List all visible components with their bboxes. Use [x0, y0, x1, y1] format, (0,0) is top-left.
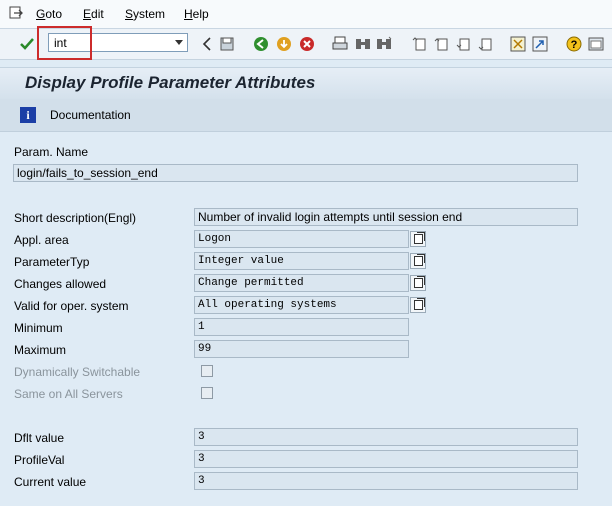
exit-icon[interactable]	[276, 36, 292, 52]
minimum-field[interactable]: 1	[194, 318, 409, 336]
menu-edit[interactable]: Edit	[83, 7, 104, 21]
menu-goto-mnemonic: G	[36, 7, 46, 21]
value-help-icon[interactable]	[410, 231, 426, 247]
short-desc-label: Short description(Engl)	[14, 211, 137, 225]
menu-help-mnemonic: H	[184, 7, 193, 21]
application-toolbar: i Documentation	[0, 99, 612, 132]
appl-area-label: Appl. area	[14, 233, 69, 247]
save-icon[interactable]	[219, 36, 235, 52]
find-next-icon[interactable]	[376, 36, 392, 52]
menu-help[interactable]: Help	[184, 7, 209, 21]
menu-system[interactable]: System	[125, 7, 165, 21]
value-help-icon[interactable]	[410, 297, 426, 313]
parameter-form: Param. Name login/fails_to_session_end S…	[0, 132, 612, 506]
dyn-switch-checkbox[interactable]	[201, 365, 213, 377]
chevron-down-icon[interactable]	[175, 40, 183, 45]
menu-bar: Goto Edit System Help	[0, 0, 612, 29]
last-page-icon[interactable]	[477, 36, 493, 52]
menu-goto[interactable]: Goto	[36, 7, 62, 21]
param-name-label: Param. Name	[14, 145, 89, 159]
changes-allowed-field[interactable]: Change permitted	[194, 274, 409, 292]
enter-icon[interactable]	[19, 36, 35, 52]
maximum-label: Maximum	[14, 343, 67, 357]
param-name-field[interactable]: login/fails_to_session_end	[13, 164, 578, 182]
documentation-button[interactable]: Documentation	[50, 108, 131, 122]
page-title: Display Profile Parameter Attributes	[25, 73, 316, 92]
menu-system-rest: ystem	[133, 7, 166, 21]
green-back-icon[interactable]	[253, 36, 269, 52]
changes-allowed-label: Changes allowed	[14, 277, 107, 291]
menu-edit-mnemonic: E	[83, 7, 92, 21]
create-session-icon[interactable]	[510, 36, 526, 52]
maximum-field[interactable]: 99	[194, 340, 409, 358]
param-type-field[interactable]: Integer value	[194, 252, 409, 270]
back-icon[interactable]	[199, 36, 215, 52]
help-icon[interactable]: ?	[566, 36, 582, 52]
print-icon[interactable]	[332, 36, 348, 52]
param-type-label: ParameterTyp	[14, 255, 90, 269]
valid-os-label: Valid for oper. system	[14, 299, 129, 313]
minimum-label: Minimum	[14, 321, 63, 335]
customize-icon[interactable]	[588, 36, 604, 52]
short-desc-field[interactable]: Number of invalid login attempts until s…	[194, 208, 578, 226]
same-servers-checkbox[interactable]	[201, 387, 213, 399]
system-menu-icon[interactable]	[9, 6, 23, 20]
svg-text:?: ?	[571, 39, 578, 51]
value-help-icon[interactable]	[410, 275, 426, 291]
current-value-field[interactable]: 3	[194, 472, 578, 490]
value-help-icon[interactable]	[410, 253, 426, 269]
previous-page-icon[interactable]	[433, 36, 449, 52]
same-servers-label: Same on All Servers	[14, 387, 123, 401]
highlight-box	[37, 26, 92, 60]
current-value-label: Current value	[14, 475, 87, 489]
first-page-icon[interactable]	[411, 36, 427, 52]
menu-goto-rest: oto	[45, 7, 63, 21]
shortcut-icon[interactable]	[532, 36, 548, 52]
menu-edit-rest: dit	[91, 7, 104, 21]
profileval-label: ProfileVal	[14, 453, 65, 467]
appl-area-field[interactable]: Logon	[194, 230, 409, 248]
dyn-switch-label: Dynamically Switchable	[14, 365, 141, 379]
info-icon[interactable]: i	[20, 107, 36, 123]
cancel-icon[interactable]	[299, 36, 315, 52]
dflt-field[interactable]: 3	[194, 428, 578, 446]
valid-os-field[interactable]: All operating systems	[194, 296, 409, 314]
title-bar: Display Profile Parameter Attributes	[0, 67, 612, 100]
profileval-field[interactable]: 3	[194, 450, 578, 468]
find-icon[interactable]	[355, 36, 371, 52]
menu-help-rest: elp	[192, 7, 209, 21]
dflt-label: Dflt value	[14, 431, 65, 445]
menu-system-mnemonic: S	[125, 7, 134, 21]
next-page-icon[interactable]	[455, 36, 471, 52]
